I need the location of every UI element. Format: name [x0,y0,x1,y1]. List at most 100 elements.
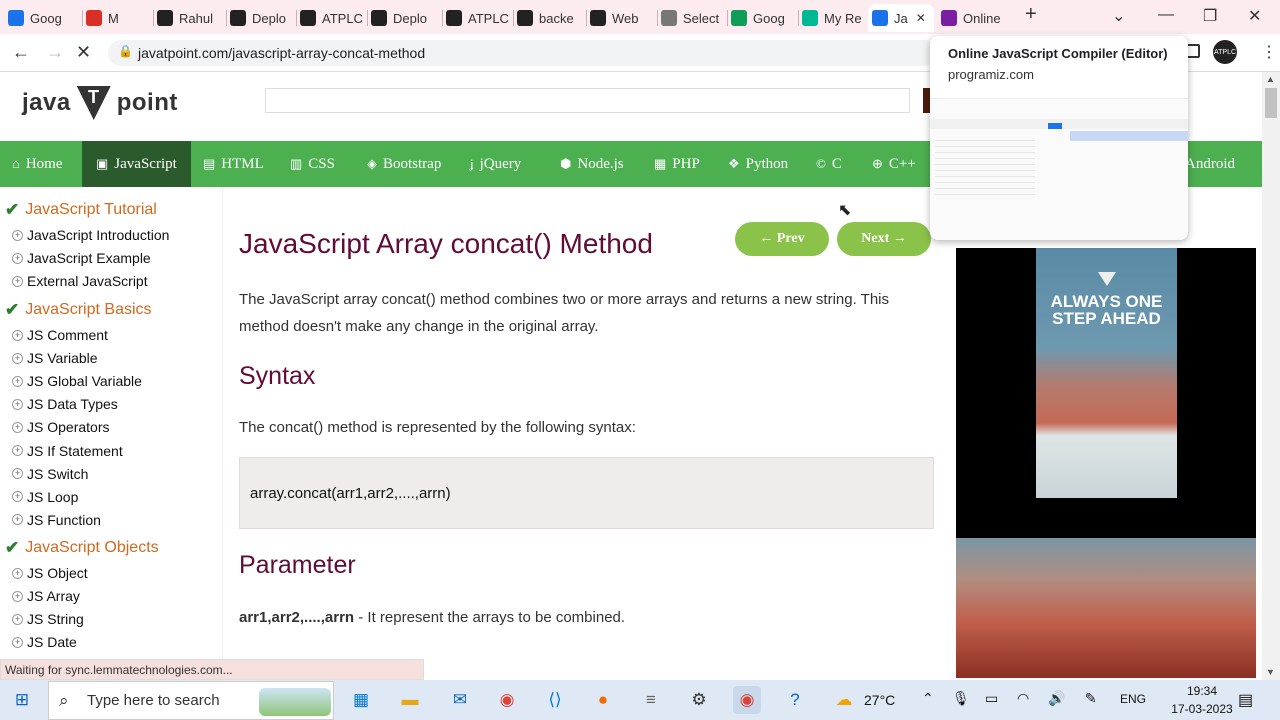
sidebar-item[interactable]: + JS Loop [12,489,78,505]
prev-button[interactable]: ← Prev [735,222,829,256]
sidebar-item[interactable]: + JS String [12,611,84,627]
sidebar-item[interactable]: + JavaScript Introduction [12,227,169,243]
scroll-down-icon[interactable]: ▼ [1266,667,1275,677]
browser-tab[interactable]: ATPLC [446,4,510,32]
scrollbar-thumb[interactable] [1265,88,1277,118]
database-icon[interactable]: ≡ [637,686,665,714]
sidebar-item[interactable]: + JS Object [12,565,88,581]
sidebar-heading[interactable]: ✔ JavaScript Basics [5,300,152,320]
site-logo[interactable]: java T point [22,86,178,120]
menu-dots-icon[interactable]: ⋮ [1261,42,1277,62]
windows-start-icon[interactable]: ⊞ [8,686,36,714]
file-explorer-icon[interactable]: ▬ [396,686,424,714]
forward-arrow-icon[interactable]: → [46,42,64,63]
nav-item-html[interactable]: ▤ HTML [203,141,277,187]
sidebar-item[interactable]: + JS Comment [12,327,108,343]
browser-tab[interactable]: Deplo [230,4,294,32]
help-icon[interactable]: ? [781,686,809,714]
minimize-button[interactable]: — [1158,6,1174,24]
ad-image-apples-2[interactable] [956,538,1256,678]
github-icon [230,10,246,26]
sidebar-item[interactable]: + JS Global Variable [12,373,142,389]
c-icon: © [816,156,826,171]
nav-item-python[interactable]: ❖ Python [728,141,806,187]
scroll-up-icon[interactable]: ▲ [1266,74,1275,84]
settings-gear-icon[interactable]: ⚙ [685,686,713,714]
sidebar-item[interactable]: + JavaScript Example [12,250,151,266]
browser-tab[interactable]: Web [590,4,654,32]
profile-avatar[interactable]: ATPLC [1213,40,1237,64]
nav-item-c[interactable]: © C [816,141,856,187]
clock-time[interactable]: 19:34 [1172,684,1232,698]
browser-tab[interactable]: Ja ✕ [868,4,934,32]
nav-item-android[interactable]: Android [1185,141,1235,187]
sidebar-item[interactable]: + JS Switch [12,466,88,482]
sidebar-item[interactable]: + JS Variable [12,350,98,366]
url-field[interactable]: 🔒 javatpoint.com/javascript-array-concat… [108,40,938,66]
tab-separator [296,10,297,26]
logo-point: point [116,89,178,116]
hover-card-preview-thumbnail [930,98,1188,240]
stop-loading-icon[interactable]: ✕ [76,42,91,63]
microphone-icon[interactable]: 🎙 [952,690,970,707]
nav-item-c[interactable]: ⊕ C++ [872,141,927,187]
new-tab-button[interactable]: + [1025,3,1037,26]
browser-tab[interactable]: backe [517,4,583,32]
nav-item-jquery[interactable]: ʝ jQuery [470,141,546,187]
browser-tab[interactable]: My Re [802,4,862,32]
vscode-icon[interactable]: ⟨⟩ [541,686,569,714]
volume-icon[interactable]: 🔊 [1048,690,1065,707]
sidebar-heading[interactable]: ✔ JavaScript Tutorial [5,200,157,220]
sidebar-item[interactable]: + JS Operators [12,419,109,435]
nav-item-php[interactable]: ▦ PHP [654,141,714,187]
sidebar-item[interactable]: + JS Array [12,588,80,604]
battery-icon[interactable]: ▭ [985,690,998,707]
tab-search-icon[interactable]: ⌄ [1112,6,1125,26]
show-hidden-icons[interactable]: ⌃ [922,690,934,707]
nav-item-bootstrap[interactable]: ◈ Bootstrap [367,141,457,187]
browser-tab[interactable]: Rahul [157,4,223,32]
page-scrollbar[interactable] [1262,72,1280,680]
weather-icon[interactable]: ☁ [830,686,858,714]
postman-icon[interactable]: ● [589,686,617,714]
pen-icon[interactable]: ✎ [1085,690,1097,707]
nav-item-label: C [831,155,842,172]
chrome-active-icon[interactable]: ◉ [733,686,761,714]
wifi-icon[interactable]: ◠ [1017,690,1029,707]
next-button[interactable]: Next → [837,222,931,256]
sidebar-item[interactable]: + JS Function [12,512,101,528]
sidebar-item[interactable]: + JS If Statement [12,443,123,459]
sidebar-item[interactable]: + External JavaScript [12,273,148,289]
taskbar-search-box[interactable]: ⌕ Type here to search [48,681,334,720]
browser-tab[interactable]: Online [941,4,1005,32]
nav-item-nodejs[interactable]: ⬢ Node.js [560,141,638,187]
nav-item-home[interactable]: ⌂ Home [12,141,82,187]
browser-tab[interactable]: Select [661,4,725,32]
sidebar-item-label: JS String [27,611,84,628]
nav-item-javascript[interactable]: ▣ JavaScript [82,141,191,187]
browser-tab[interactable]: ATPLC [300,4,364,32]
nav-item-css[interactable]: ▥ CSS [290,141,350,187]
browser-tab-label: Goog [30,10,62,26]
browser-tab[interactable]: M [86,4,150,32]
store-icon[interactable]: ▦ [347,686,375,714]
sidepanel-icon[interactable] [1186,44,1200,58]
sidebar-item[interactable]: + JS Data Types [12,396,118,412]
mail-icon[interactable]: ✉ [446,686,474,714]
close-window-button[interactable]: ✕ [1248,6,1261,26]
chrome-icon[interactable]: ◉ [493,686,521,714]
back-arrow-icon[interactable]: ← [12,42,30,63]
close-tab-icon[interactable]: ✕ [916,11,926,25]
site-search-input[interactable] [265,88,910,113]
sidebar-item[interactable]: + JS Date [12,634,77,650]
sidebar-heading[interactable]: ✔ JavaScript Objects [5,538,159,558]
browser-tab[interactable]: Deplo [371,4,439,32]
ad-logo-icon [1098,272,1116,286]
clock-date[interactable]: 17-03-2023 [1162,702,1242,716]
browser-tab[interactable]: Goog [731,4,795,32]
language-indicator[interactable]: ENG [1120,692,1146,706]
maximize-button[interactable]: ❐ [1203,6,1217,26]
plus-circle-icon: + [12,421,23,433]
notifications-icon[interactable]: ▤ [1238,690,1253,710]
browser-tab[interactable]: Goog [8,4,78,32]
